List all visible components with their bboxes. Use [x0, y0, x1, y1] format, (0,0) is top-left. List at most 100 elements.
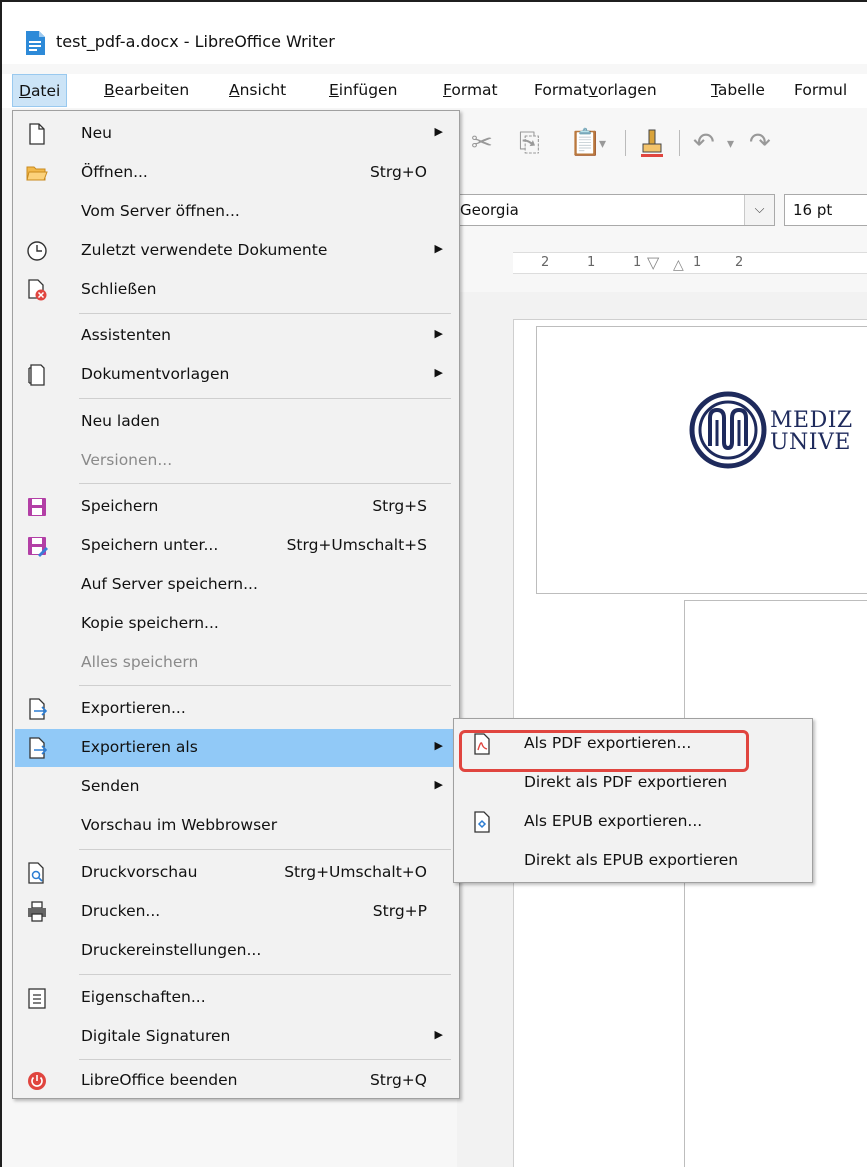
ruler-label: 1: [633, 255, 642, 270]
menu-item-dokumentvorlagen[interactable]: Dokumentvorlagen ▶: [15, 356, 457, 394]
menu-item-speichern-unter[interactable]: Speichern unter... Strg+Umschalt+S: [15, 527, 457, 565]
menu-tabelle[interactable]: Tabelle: [705, 74, 771, 107]
paste-dropdown-icon[interactable]: ▾: [599, 136, 606, 152]
menu-formular[interactable]: Formul: [788, 74, 853, 107]
menu-ansicht[interactable]: Ansicht: [223, 74, 292, 107]
menu-item-label: Neu: [81, 124, 112, 142]
ruler-label: 1: [587, 255, 596, 270]
power-icon: [28, 1072, 46, 1090]
menu-item-label: Senden: [81, 777, 140, 795]
font-name-value: Georgia: [460, 201, 519, 219]
close-document-icon: [28, 279, 47, 301]
menu-item-vom-server-oeffnen[interactable]: Vom Server öffnen...: [15, 193, 457, 231]
save-as-icon: [28, 537, 48, 557]
menu-item-neu-laden[interactable]: Neu laden: [15, 403, 457, 441]
undo-icon[interactable]: ↶: [693, 128, 715, 158]
logo-text-line2: UNIVE: [770, 430, 851, 455]
copy-icon[interactable]: ⎘: [519, 128, 540, 159]
text-boundary-line: [684, 600, 867, 601]
menu-item-zuletzt-verwendet[interactable]: Zuletzt verwendete Dokumente ▶: [15, 232, 457, 270]
menu-separator: [79, 685, 451, 686]
menu-format[interactable]: Format: [437, 74, 504, 107]
menu-item-druckereinstellungen[interactable]: Druckereinstellungen...: [15, 932, 457, 970]
menu-item-label: Öffnen...: [81, 163, 148, 181]
submenu-arrow-icon: ▶: [434, 778, 443, 791]
menu-formatvorlagen[interactable]: Formatvorlagen: [528, 74, 663, 107]
undo-dropdown-icon[interactable]: ▾: [727, 136, 734, 152]
ruler-label: 2: [541, 255, 550, 270]
submenu-arrow-icon: ▶: [434, 327, 443, 340]
font-name-combobox[interactable]: Georgia ⌵: [457, 194, 775, 226]
menu-item-label: Schließen: [81, 280, 157, 298]
submenu-item-label: Direkt als PDF exportieren: [524, 773, 728, 791]
menu-item-eigenschaften[interactable]: Eigenschaften...: [15, 979, 457, 1017]
submenu-item-label: Direkt als EPUB exportieren: [524, 851, 739, 869]
chevron-down-icon[interactable]: ⌵: [744, 195, 774, 225]
menu-item-assistenten[interactable]: Assistenten ▶: [15, 317, 457, 355]
menu-item-drucken[interactable]: Drucken... Strg+P: [15, 893, 457, 931]
menu-item-label: Digitale Signaturen: [81, 1027, 231, 1045]
menu-datei[interactable]: Datei: [12, 74, 68, 107]
menu-item-vorschau-webbrowser[interactable]: Vorschau im Webbrowser: [15, 807, 457, 845]
menu-item-shortcut: Strg+P: [372, 902, 427, 920]
indent-marker-icon[interactable]: ▽: [647, 253, 659, 272]
save-icon: [28, 498, 46, 516]
menu-item-label: Speichern unter...: [81, 536, 219, 554]
menu-item-label: Zuletzt verwendete Dokumente: [81, 241, 328, 259]
menu-item-label: Kopie speichern...: [81, 614, 219, 632]
menu-item-label: Assistenten: [81, 326, 172, 344]
menu-item-auf-server-speichern[interactable]: Auf Server speichern...: [15, 566, 457, 604]
menu-item-libreoffice-beenden[interactable]: LibreOffice beenden Strg+Q: [15, 1062, 457, 1100]
horizontal-ruler: 2 1 1 1 2 ▽ △: [457, 244, 867, 286]
submenu-arrow-icon: ▶: [434, 366, 443, 379]
menu-bearbeiten[interactable]: Bearbeiten: [98, 74, 195, 107]
folder-open-icon: [26, 166, 48, 181]
menu-separator: [79, 1059, 451, 1060]
menu-bar: Datei Bearbeiten Ansicht Einfügen Format…: [2, 74, 867, 108]
templates-icon: [28, 364, 45, 386]
submenu-arrow-icon: ▶: [434, 242, 443, 255]
university-logo-icon: [689, 391, 767, 469]
submenu-item-als-epub-exportieren[interactable]: Als EPUB exportieren...: [456, 803, 810, 841]
menu-item-label: Speichern: [81, 497, 159, 515]
menu-separator: [79, 398, 451, 399]
cut-icon[interactable]: ✂: [471, 128, 493, 158]
paste-icon[interactable]: 📋: [569, 128, 601, 158]
menu-item-shortcut: Strg+Q: [369, 1071, 427, 1089]
submenu-item-label: Als EPUB exportieren...: [524, 812, 703, 830]
font-size-combobox[interactable]: 16 pt: [784, 194, 867, 226]
standard-toolbar: ✂ ⎘ 📋 ▾ ↶ ▾ ↷: [457, 114, 867, 170]
toolbar-separator: [625, 130, 626, 156]
menu-item-neu[interactable]: Neu ▶: [15, 115, 457, 153]
menu-item-label: Druckereinstellungen...: [81, 941, 262, 959]
menu-separator: [79, 974, 451, 975]
menu-item-digitale-signaturen[interactable]: Digitale Signaturen ▶: [15, 1018, 457, 1056]
menu-item-exportieren[interactable]: Exportieren...: [15, 690, 457, 728]
menu-item-speichern[interactable]: Speichern Strg+S: [15, 488, 457, 526]
menu-item-shortcut: Strg+S: [372, 497, 427, 515]
menu-item-schliessen[interactable]: Schließen: [15, 271, 457, 309]
menu-item-label: Versionen...: [81, 451, 173, 469]
menu-item-label: Vom Server öffnen...: [81, 202, 240, 220]
menu-item-label: Neu laden: [81, 412, 160, 430]
submenu-item-direkt-als-epub[interactable]: Direkt als EPUB exportieren: [456, 842, 810, 880]
menu-item-oeffnen[interactable]: Öffnen... Strg+O: [15, 154, 457, 192]
menu-item-label: Exportieren als: [81, 738, 198, 756]
menu-item-label: Eigenschaften...: [81, 988, 206, 1006]
indent-marker-icon[interactable]: △: [673, 257, 684, 273]
menu-item-label: LibreOffice beenden: [81, 1071, 238, 1089]
menu-einfuegen[interactable]: Einfügen: [323, 74, 403, 107]
menu-item-label: Auf Server speichern...: [81, 575, 258, 593]
menu-item-shortcut: Strg+Umschalt+S: [286, 536, 427, 554]
menu-separator: [79, 849, 451, 850]
menu-item-kopie-speichern[interactable]: Kopie speichern...: [15, 605, 457, 643]
clone-formatting-icon[interactable]: [639, 128, 665, 158]
menu-item-senden[interactable]: Senden ▶: [15, 768, 457, 806]
menu-separator: [79, 313, 451, 314]
ruler-label: 2: [735, 255, 744, 270]
redo-icon[interactable]: ↷: [749, 128, 771, 158]
menu-item-exportieren-als[interactable]: Exportieren als ▶: [15, 729, 457, 767]
print-preview-icon: [28, 862, 44, 884]
left-margin: [2, 108, 12, 1167]
menu-item-druckvorschau[interactable]: Druckvorschau Strg+Umschalt+O: [15, 854, 457, 892]
